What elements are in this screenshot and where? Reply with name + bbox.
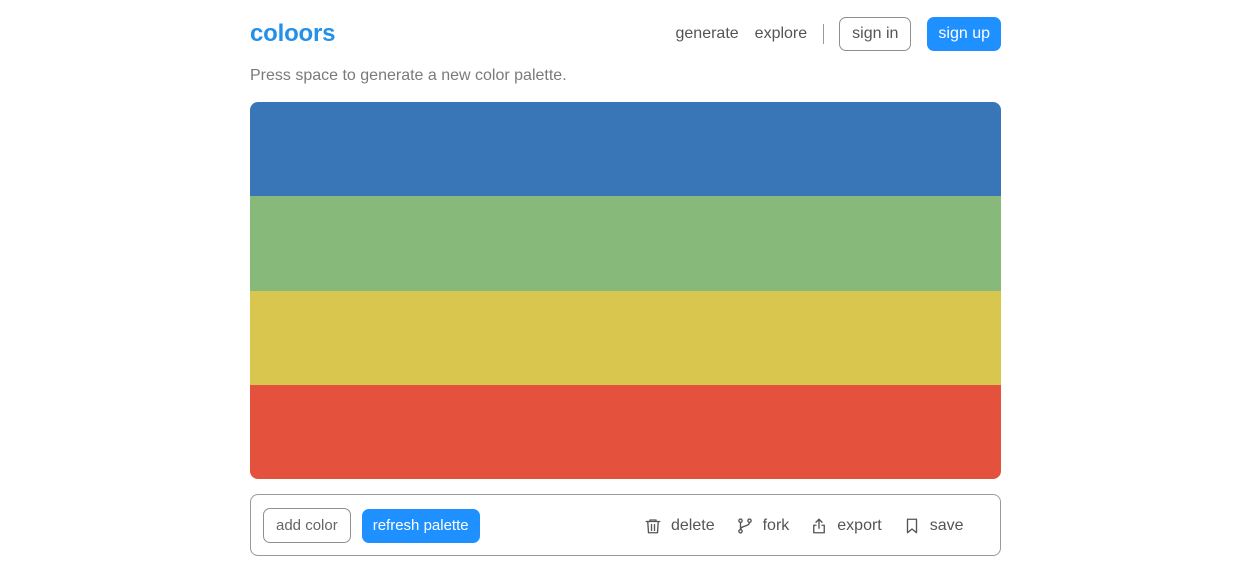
nav-generate-link[interactable]: generate (676, 25, 739, 43)
fork-label: fork (762, 517, 790, 534)
toolbar-actions: delete fork export save (644, 514, 964, 538)
share-icon (813, 518, 826, 534)
nav-divider (823, 24, 825, 44)
sign-in-button[interactable]: sign in (839, 17, 912, 51)
delete-label: delete (671, 517, 715, 534)
color-swatch-4[interactable] (250, 384, 1001, 479)
delete-button[interactable]: delete (644, 517, 715, 535)
color-swatch-2[interactable] (250, 196, 1001, 291)
sign-up-button[interactable]: sign up (927, 17, 1001, 51)
trash-icon (645, 519, 661, 534)
color-swatch-1[interactable] (250, 102, 1001, 197)
header: coloors generate explore sign in sign up (250, 16, 1001, 52)
toolbar-left: add color refresh palette (263, 508, 480, 543)
top-nav: generate explore sign in sign up (676, 16, 1001, 52)
color-palette (250, 102, 1001, 479)
hint-text: Press space to generate a new color pale… (250, 67, 567, 84)
save-label: save (929, 517, 964, 534)
fork-icon (737, 518, 752, 534)
nav-explore-link[interactable]: explore (755, 25, 807, 43)
bookmark-icon (906, 518, 917, 534)
save-button[interactable]: save (903, 517, 964, 535)
logo[interactable]: coloors (250, 20, 335, 48)
add-color-button[interactable]: add color (263, 508, 351, 543)
export-button[interactable]: export (810, 517, 882, 535)
color-swatch-3[interactable] (250, 290, 1001, 385)
refresh-palette-button[interactable]: refresh palette (361, 508, 480, 543)
fork-button[interactable]: fork (736, 517, 790, 535)
palette-toolbar: add color refresh palette delete fork ex… (250, 494, 1001, 556)
export-label: export (837, 517, 882, 534)
